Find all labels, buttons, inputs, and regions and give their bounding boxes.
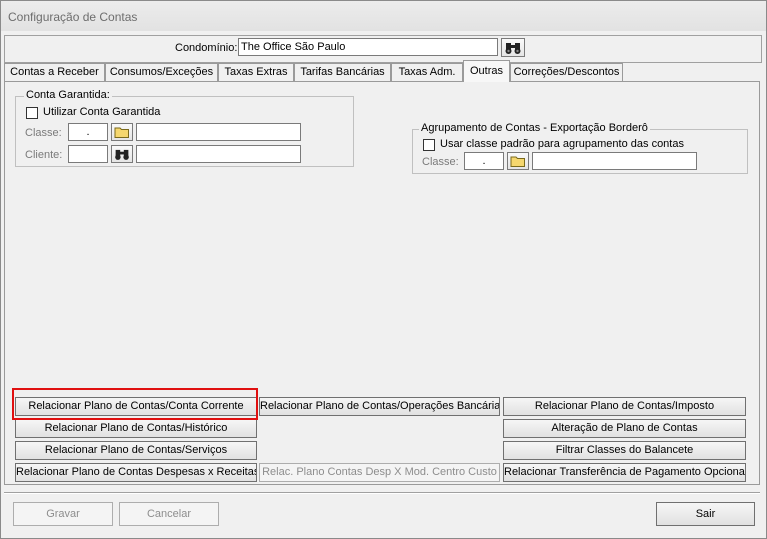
relacionar-transferencia-pagamento-button[interactable]: Relacionar Transferência de Pagamento Op… [503,463,746,482]
condominio-search-button[interactable] [501,38,525,57]
agrupamento-folder-button[interactable] [507,152,529,170]
agrupamento-group: Agrupamento de Contas - Exportação Borde… [412,122,748,174]
relac-centro-custo-button[interactable]: Relac. Plano Contas Desp X Mod. Centro C… [259,463,500,482]
relacionar-historico-button[interactable]: Relacionar Plano de Contas/Histórico [15,419,257,438]
agrupamento-classe-code-field[interactable]: . [464,152,504,170]
tab-contas-a-receber[interactable]: Contas a Receber [4,63,105,81]
alteracao-plano-contas-button[interactable]: Alteração de Plano de Contas [503,419,746,438]
utilizar-conta-garantida-checkbox[interactable] [26,107,38,119]
cliente-desc-field[interactable] [136,145,301,163]
condominio-label: Condomínio: [175,42,238,54]
classe-label: Classe: [25,127,62,139]
binoculars-icon [505,43,521,54]
classe-desc-field[interactable] [136,123,301,141]
conta-garantida-group: Conta Garantida: Utilizar Conta Garantid… [15,89,354,167]
gravar-button[interactable]: Gravar [13,502,113,526]
footer-separator [4,492,760,494]
cliente-code-field[interactable] [68,145,108,163]
usar-classe-padrao-label: Usar classe padrão para agrupamento das … [440,138,684,150]
folder-icon [114,127,129,138]
tab-taxas-adm[interactable]: Taxas Adm. [391,63,463,81]
tab-correcoes-descontos[interactable]: Correções/Descontos [510,63,623,81]
conta-garantida-legend: Conta Garantida: [24,89,112,101]
tab-outras[interactable]: Outras [463,60,510,82]
relacionar-conta-corrente-button[interactable]: Relacionar Plano de Contas/Conta Corrent… [15,397,257,416]
condominio-bar: Condomínio: The Office São Paulo [4,35,762,63]
relacionar-operacoes-bancarias-button[interactable]: Relacionar Plano de Contas/Operações Ban… [259,397,500,416]
tab-consumos-excecoes[interactable]: Consumos/Exceções [105,63,218,81]
cliente-label: Cliente: [25,149,63,161]
usar-classe-padrao-checkbox[interactable] [423,139,435,151]
agrupamento-classe-desc-field[interactable] [532,152,697,170]
agrupamento-legend: Agrupamento de Contas - Exportação Borde… [419,122,650,134]
sair-button[interactable]: Sair [656,502,755,526]
relacionar-despesas-receitas-button[interactable]: Relacionar Plano de Contas Despesas x Re… [15,463,257,482]
cliente-search-button[interactable] [111,145,133,163]
window-title: Configuração de Contas [8,10,138,24]
tab-tarifas-bancarias[interactable]: Tarifas Bancárias [294,63,391,81]
tab-taxas-extras[interactable]: Taxas Extras [218,63,294,81]
classe-code-field[interactable]: . [68,123,108,141]
agrupamento-classe-label: Classe: [422,156,459,168]
folder-icon [510,156,525,167]
relacionar-imposto-button[interactable]: Relacionar Plano de Contas/Imposto [503,397,746,416]
condominio-field[interactable]: The Office São Paulo [238,38,498,56]
filtrar-classes-balancete-button[interactable]: Filtrar Classes do Balancete [503,441,746,460]
classe-folder-button[interactable] [111,123,133,141]
relacionar-servicos-button[interactable]: Relacionar Plano de Contas/Serviços [15,441,257,460]
tab-panel-outras: Conta Garantida: Utilizar Conta Garantid… [4,81,760,485]
title-bar: Configuração de Contas [0,0,767,31]
utilizar-conta-garantida-label: Utilizar Conta Garantida [43,106,161,118]
binoculars-icon [115,149,129,160]
cancelar-button[interactable]: Cancelar [119,502,219,526]
